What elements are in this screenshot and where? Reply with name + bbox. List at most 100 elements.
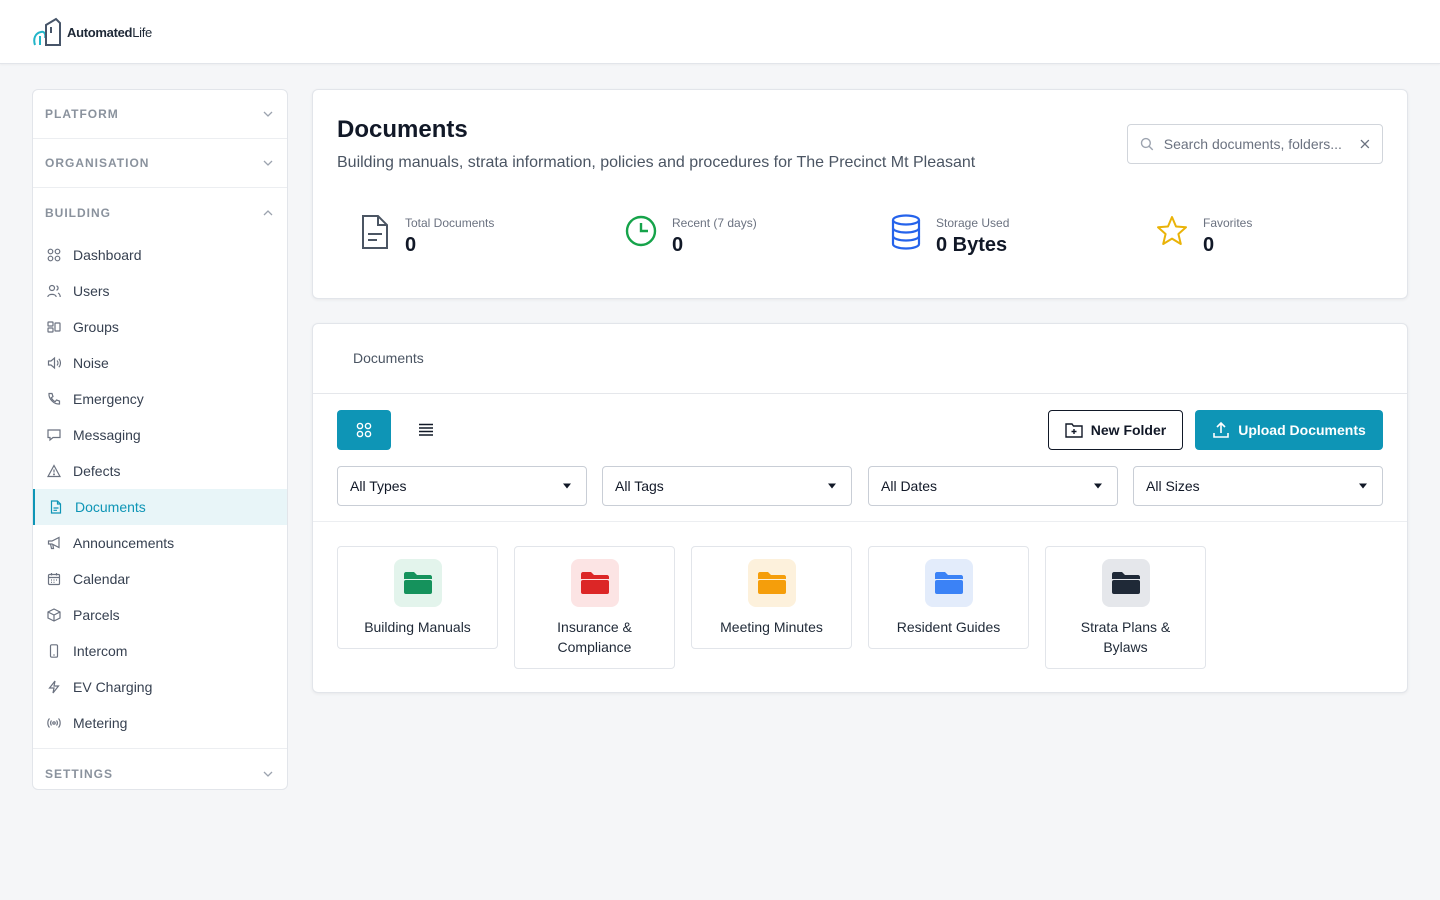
search-icon: [1140, 137, 1154, 151]
box-icon: [47, 608, 61, 622]
clear-search-icon[interactable]: [1360, 139, 1370, 149]
mobile-icon: [49, 644, 59, 658]
section-organisation[interactable]: ORGANISATION: [33, 139, 287, 188]
stat-label: Recent (7 days): [672, 216, 757, 230]
sidebar-item-label: Emergency: [73, 391, 144, 407]
folder-insurance-compliance[interactable]: Insurance & Compliance: [514, 546, 675, 669]
sidebar-item-label: Announcements: [73, 535, 175, 551]
users-icon: [47, 284, 61, 298]
stat-recent: Recent (7 days) 0: [624, 214, 757, 257]
folder-resident-guides[interactable]: Resident Guides: [868, 546, 1029, 649]
sidebar-item-users[interactable]: Users: [33, 273, 287, 309]
grid-view-button[interactable]: [337, 410, 391, 450]
list-view-button[interactable]: [399, 410, 453, 450]
folder-strata-plans-bylaws[interactable]: Strata Plans & Bylaws: [1045, 546, 1206, 669]
folder-meeting-minutes[interactable]: Meeting Minutes: [691, 546, 852, 649]
brand-logo[interactable]: AutomatedLife: [32, 16, 152, 48]
top-bar: AutomatedLife: [0, 0, 1440, 64]
folder-icon-wrap: [747, 559, 796, 607]
sidebar-item-intercom[interactable]: Intercom: [33, 633, 287, 669]
folder-icon-wrap: [1101, 559, 1150, 607]
sidebar-item-announcements[interactable]: Announcements: [33, 525, 287, 561]
page-subtitle: Building manuals, strata information, po…: [337, 154, 976, 171]
filter-dates-select[interactable]: All Dates: [868, 466, 1118, 506]
sidebar-item-label: Parcels: [73, 607, 120, 623]
folder-building-manuals[interactable]: Building Manuals: [337, 546, 498, 649]
list-icon: [419, 423, 433, 436]
folder-grid: Building Manuals Insurance & Compliance …: [337, 546, 1206, 669]
building-nav: Dashboard Users Groups Noise Emergency M…: [33, 237, 287, 749]
section-organisation-title: ORGANISATION: [45, 156, 150, 170]
section-building-title: BUILDING: [45, 205, 111, 220]
stat-favorites: Favorites 0: [1155, 214, 1252, 257]
filter-value: All Dates: [881, 478, 938, 494]
search-input[interactable]: [1163, 136, 1351, 152]
sidebar-item-parcels[interactable]: Parcels: [33, 597, 287, 633]
logo-icon: [33, 17, 61, 46]
stat-storage-used: Storage Used 0 Bytes: [890, 214, 1009, 257]
sidebar-item-label: Messaging: [73, 427, 141, 443]
grid-icon: [356, 422, 372, 438]
stat-value: 0: [1203, 234, 1215, 256]
caret-down-icon: [563, 483, 571, 489]
document-icon: [50, 500, 62, 514]
stat-value: 0: [405, 234, 417, 256]
chevron-down-icon: [263, 771, 273, 777]
sidebar-item-label: Documents: [75, 499, 146, 515]
stat-total-documents: Total Documents 0: [359, 214, 494, 257]
section-platform[interactable]: PLATFORM: [33, 90, 287, 139]
brand-name: AutomatedLife: [67, 24, 152, 40]
signal-icon: [47, 718, 61, 728]
clock-icon: [625, 215, 657, 247]
new-folder-label: New Folder: [1090, 422, 1167, 438]
file-icon: [362, 215, 388, 249]
sidebar-item-messaging[interactable]: Messaging: [33, 417, 287, 453]
tab-bar: Documents: [313, 324, 1407, 394]
stat-label: Total Documents: [405, 216, 495, 230]
sidebar-item-emergency[interactable]: Emergency: [33, 381, 287, 417]
sidebar-item-label: Calendar: [73, 571, 130, 587]
chevron-down-icon: [263, 111, 273, 117]
sidebar-item-noise[interactable]: Noise: [33, 345, 287, 381]
dashboard-icon: [47, 248, 61, 262]
tab-documents[interactable]: Documents: [353, 350, 424, 366]
upload-icon: [1213, 421, 1230, 438]
sidebar-item-groups[interactable]: Groups: [33, 309, 287, 345]
sidebar-item-label: Dashboard: [73, 247, 142, 263]
phone-icon: [48, 392, 61, 405]
sidebar-item-dashboard[interactable]: Dashboard: [33, 237, 287, 273]
sidebar-item-ev-charging[interactable]: EV Charging: [33, 669, 287, 705]
sidebar-item-documents[interactable]: Documents: [33, 489, 287, 525]
sidebar-item-label: Groups: [73, 319, 119, 335]
sidebar-item-label: Metering: [73, 715, 128, 731]
filter-value: All Tags: [615, 478, 664, 494]
filter-types-select[interactable]: All Types: [337, 466, 587, 506]
stat-value: 0 Bytes: [936, 234, 1008, 256]
section-settings-title: SETTINGS: [45, 766, 114, 781]
calendar-icon: [47, 573, 61, 586]
section-building[interactable]: BUILDING: [33, 188, 287, 237]
sidebar-item-metering[interactable]: Metering: [33, 705, 287, 741]
folder-icon-wrap: [393, 559, 442, 607]
page-title: Documents: [337, 116, 468, 143]
filter-tags-select[interactable]: All Tags: [602, 466, 852, 506]
section-settings[interactable]: SETTINGS: [33, 749, 287, 798]
new-folder-button[interactable]: New Folder: [1048, 410, 1183, 450]
filter-sizes-select[interactable]: All Sizes: [1133, 466, 1383, 506]
search-box: [1127, 124, 1383, 164]
folder-name: Meeting Minutes: [720, 619, 823, 635]
folder-icon-wrap: [570, 559, 619, 607]
upload-documents-label: Upload Documents: [1238, 422, 1366, 438]
sidebar-item-defects[interactable]: Defects: [33, 453, 287, 489]
sidebar-item-calendar[interactable]: Calendar: [33, 561, 287, 597]
star-icon: [1157, 216, 1187, 245]
folder-name: Insurance & Compliance: [557, 619, 632, 655]
sidebar-item-label: Intercom: [73, 643, 128, 659]
groups-icon: [47, 321, 61, 333]
stat-value: 0: [672, 234, 684, 256]
upload-documents-button[interactable]: Upload Documents: [1195, 410, 1383, 450]
folder-icon: [580, 572, 609, 594]
database-icon: [891, 214, 921, 250]
sidebar-item-label: Noise: [73, 355, 109, 371]
sidebar-item-label: Defects: [73, 463, 121, 479]
